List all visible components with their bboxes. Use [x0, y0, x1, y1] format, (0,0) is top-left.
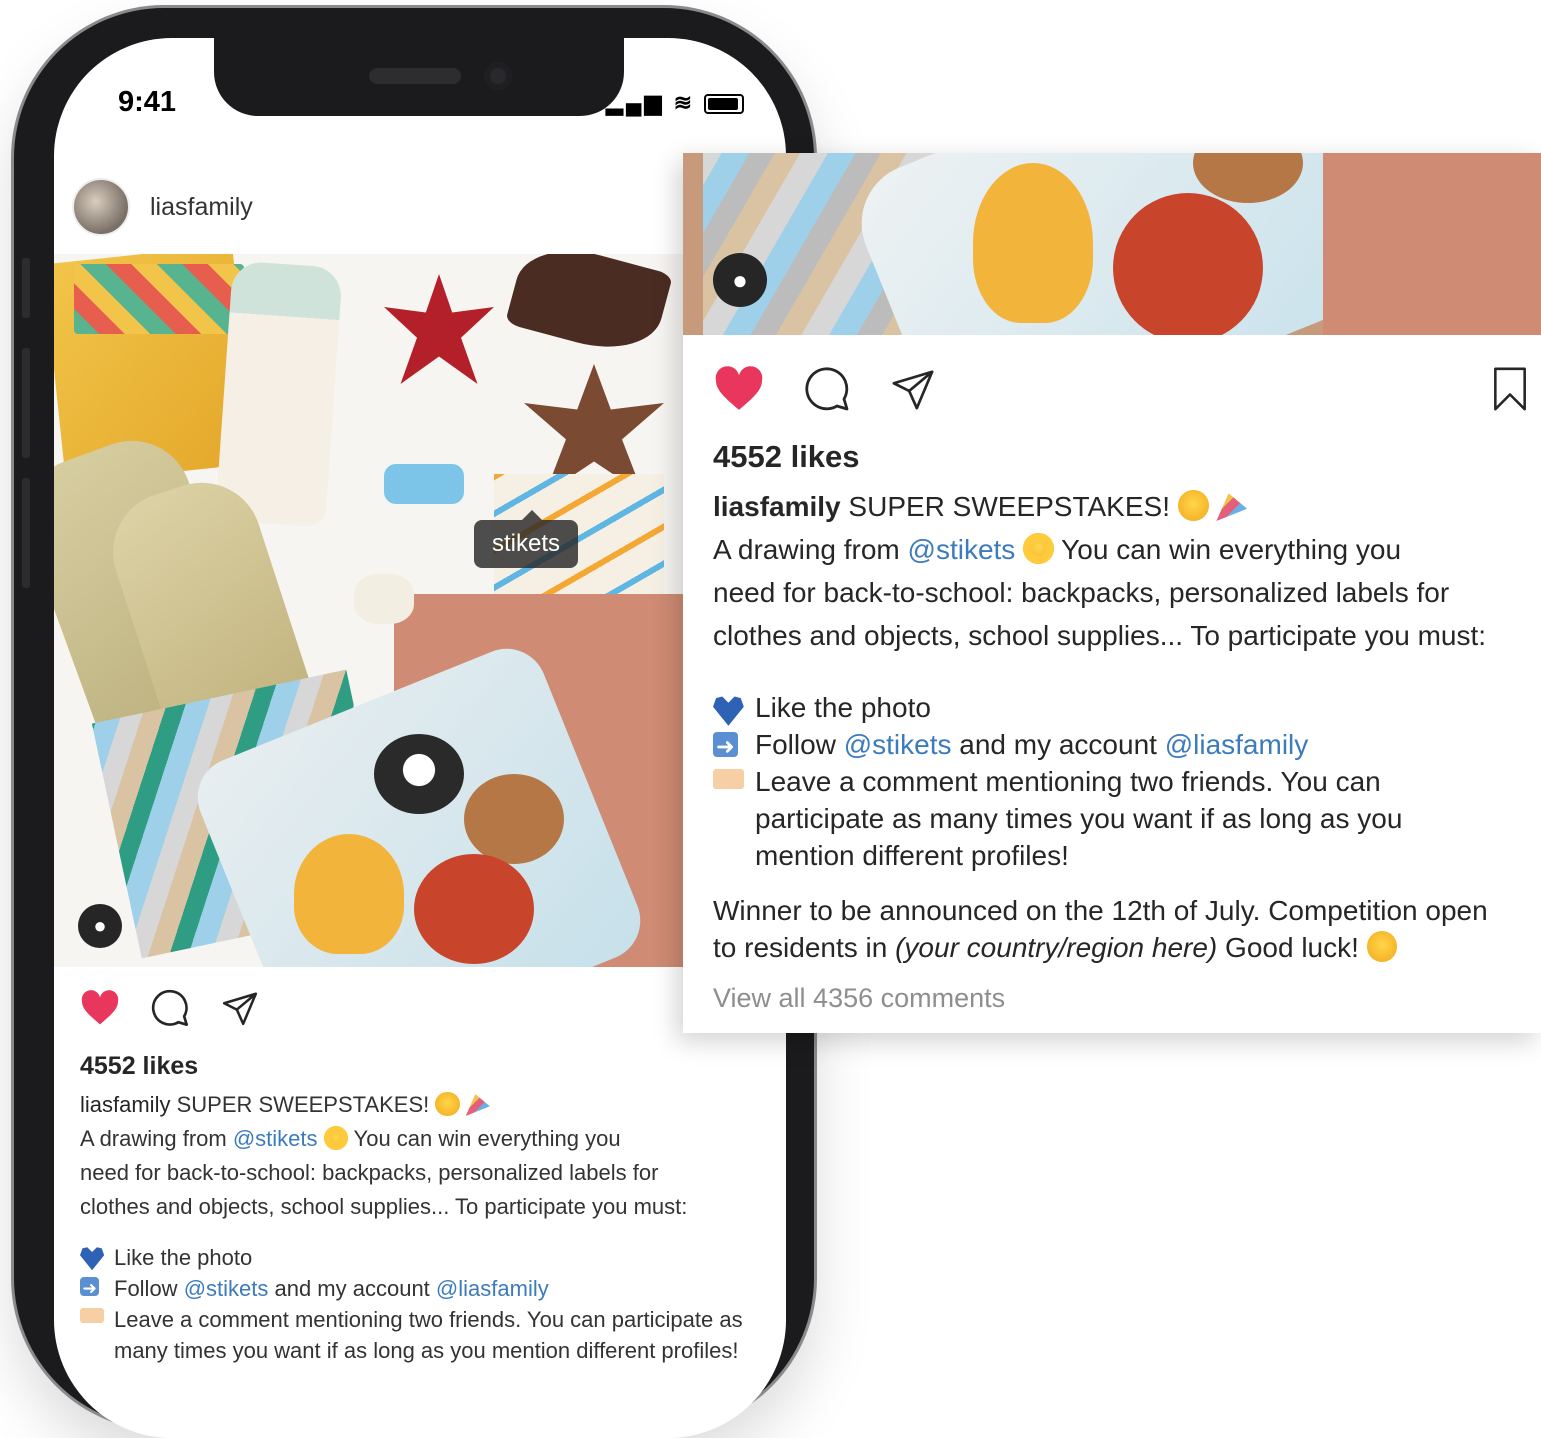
notch: [214, 38, 624, 116]
right-arrow-emoji-icon: ➜: [80, 1277, 100, 1298]
caption-line2: need for back-to-school: backpacks, pers…: [80, 1160, 659, 1185]
zoomed-post-card: ● 4552 likes liasfamily SUPER SWEEPSTAKE…: [683, 153, 1541, 1033]
heart-eyes-emoji-icon: [1023, 533, 1054, 565]
speaker: [369, 68, 461, 84]
bullet-comment: Leave a comment mentioning two friends. …: [755, 766, 1403, 871]
bullet-follow-mid: and my account: [951, 729, 1165, 760]
smiling-hearts-emoji-icon: [1366, 931, 1398, 963]
caption-headline: SUPER SWEEPSTAKES!: [848, 491, 1170, 522]
caption-line3: clothes and objects, school supplies... …: [80, 1194, 688, 1219]
leaf-brown-dark: [504, 254, 674, 362]
mention-stikets[interactable]: @stikets: [233, 1126, 318, 1151]
zebra-face: [374, 734, 464, 814]
phone-screen: 9:41 ▂▄▆ ≋ liasfamily stikets ● 4552 lik…: [54, 38, 786, 1438]
gift-box-lid: [74, 264, 244, 334]
bullet-follow-mid: and my account: [268, 1276, 436, 1301]
mention-liasfamily[interactable]: @liasfamily: [436, 1276, 549, 1301]
party-popper-emoji-icon: [465, 1094, 490, 1116]
bullet-like: Like the photo: [114, 1245, 253, 1270]
caption-intro: A drawing from: [713, 534, 908, 565]
party-popper-emoji-icon: [1216, 493, 1248, 522]
giraffe-face: [973, 163, 1093, 323]
post-photo-crop[interactable]: ●: [683, 153, 1541, 335]
bullet-follow-pre: Follow: [114, 1276, 184, 1301]
post-caption: liasfamily SUPER SWEEPSTAKES! A drawing …: [80, 1088, 770, 1366]
view-all-comments-link[interactable]: View all 4356 comments: [713, 983, 1005, 1014]
shirt: [1323, 153, 1541, 335]
post-header: liasfamily: [72, 178, 253, 236]
wifi-icon: ≋: [673, 90, 695, 115]
post-actions: [80, 988, 260, 1028]
phone-volume-down: [22, 478, 30, 588]
heart-eyes-emoji-icon: [323, 1125, 348, 1150]
caption-line1: You can win everything you: [347, 1126, 621, 1151]
caption-line1: You can win everything you: [1053, 534, 1402, 565]
bullet-follow-pre: Follow: [755, 729, 844, 760]
caption-winner: Winner to be announced on the 12th of Ju…: [713, 892, 1513, 966]
label-emoji-icon: [80, 1308, 105, 1324]
phone-mute-switch: [22, 258, 30, 318]
caption-line2: need for back-to-school: backpacks, pers…: [713, 577, 1450, 608]
person-icon[interactable]: ●: [713, 253, 767, 307]
label-emoji-icon: [713, 769, 744, 789]
fox-face: [1113, 193, 1263, 335]
pacifier: [354, 574, 414, 624]
post-actions: [713, 365, 937, 413]
caption-username[interactable]: liasfamily: [713, 491, 841, 522]
bookmark-icon[interactable]: [1491, 367, 1529, 411]
star-struck-emoji-icon: [1177, 490, 1209, 522]
post-caption: liasfamily SUPER SWEEPSTAKES! A drawing …: [713, 485, 1533, 966]
status-time: 9:41: [118, 86, 177, 118]
caption-headline: SUPER SWEEPSTAKES!: [176, 1092, 430, 1117]
mention-stikets[interactable]: @stikets: [184, 1276, 269, 1301]
baby-bottle: [215, 260, 343, 528]
like-count[interactable]: 4552 likes: [80, 1052, 198, 1081]
giraffe-face: [294, 834, 404, 954]
battery-icon: [704, 94, 745, 115]
caption-username[interactable]: liasfamily: [80, 1092, 170, 1117]
photo-tag-bubble[interactable]: stikets: [474, 510, 579, 568]
fox-face: [414, 854, 534, 964]
right-arrow-emoji-icon: ➜: [713, 732, 738, 759]
star-struck-emoji-icon: [435, 1091, 460, 1116]
bear-face: [464, 774, 564, 864]
leaf-red: [384, 274, 494, 384]
caption-intro: A drawing from: [80, 1126, 233, 1151]
status-icons: ▂▄▆ ≋: [606, 90, 745, 116]
bullet-comment: Leave a comment mentioning two friends. …: [114, 1307, 743, 1363]
avatar[interactable]: [72, 178, 130, 236]
keychain-tag: [384, 464, 464, 504]
mention-stikets[interactable]: @stikets: [844, 729, 952, 760]
bullet-like: Like the photo: [755, 692, 931, 723]
post-photo[interactable]: stikets ●: [54, 254, 786, 967]
heart-filled-icon[interactable]: [713, 366, 765, 412]
paper-plane-icon[interactable]: [889, 366, 937, 412]
mention-liasfamily[interactable]: @liasfamily: [1165, 729, 1309, 760]
signal-icon: ▂▄▆: [606, 90, 665, 115]
blue-heart-emoji-icon: [713, 696, 744, 726]
front-camera: [484, 62, 512, 90]
drawstring-bag: [843, 153, 1383, 335]
caption-bullets: Like the photo ➜ Follow @stikets and my a…: [80, 1242, 770, 1366]
heart-filled-icon[interactable]: [80, 990, 120, 1026]
person-icon[interactable]: ●: [78, 904, 122, 948]
post-username[interactable]: liasfamily: [150, 193, 253, 222]
winner-goodluck: Good luck!: [1217, 932, 1359, 963]
paper-plane-icon[interactable]: [220, 989, 260, 1027]
phone-volume-up: [22, 348, 30, 458]
like-count[interactable]: 4552 likes: [713, 439, 860, 475]
caption-line3: clothes and objects, school supplies... …: [713, 620, 1487, 651]
comment-bubble-icon[interactable]: [150, 988, 190, 1028]
caption-bullets: Like the photo ➜ Follow @stikets and my a…: [713, 689, 1533, 874]
winner-region: (your country/region here): [895, 932, 1218, 963]
mention-stikets[interactable]: @stikets: [908, 534, 1016, 565]
blue-heart-emoji-icon: [80, 1247, 105, 1271]
comment-bubble-icon[interactable]: [803, 365, 851, 413]
